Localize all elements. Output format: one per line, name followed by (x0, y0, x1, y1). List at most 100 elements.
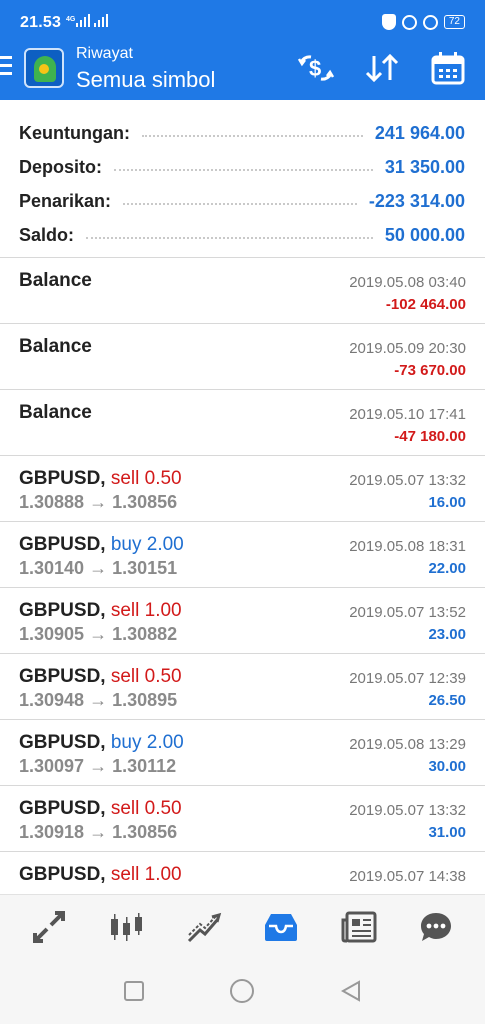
history-row[interactable]: Balance 2019.05.09 20:30 -73 670.00 (0, 324, 485, 390)
back-icon[interactable] (336, 976, 366, 1006)
app-bar: 21.53 4G 72 Riwayat Semua simbol $ (0, 0, 485, 100)
row-symbol: GBPUSD, (19, 666, 106, 687)
status-icons: 72 (381, 14, 465, 30)
row-symbol: GBPUSD, (19, 732, 106, 753)
summary-label: Keuntungan: (19, 122, 130, 143)
row-amount: 22.00 (428, 560, 466, 577)
history-row[interactable]: GBPUSD, sell 1.00 1.30905 → 1.30882 2019… (0, 588, 485, 654)
dotted-leader (141, 135, 363, 137)
row-date: 2019.05.08 13:29 (349, 736, 466, 753)
row-symbol: GBPUSD, (19, 600, 106, 621)
row-symbol: Balance (19, 402, 92, 423)
row-date: 2019.05.07 13:32 (349, 802, 466, 819)
row-date: 2019.05.10 17:41 (349, 406, 466, 423)
row-date: 2019.05.07 13:32 (349, 472, 466, 489)
chart-candles-icon[interactable] (104, 905, 148, 949)
row-trade-type: sell 1.00 (110, 864, 182, 885)
history-row[interactable]: GBPUSD, buy 2.00 1.30140 → 1.30151 2019.… (0, 522, 485, 588)
system-navigation (0, 958, 485, 1024)
home-icon[interactable] (227, 976, 257, 1006)
history-row[interactable]: Balance 2019.05.10 17:41 -47 180.00 (0, 390, 485, 456)
row-date: 2019.05.08 03:40 (349, 274, 466, 291)
svg-text:4G: 4G (66, 16, 76, 23)
row-trade-type: buy 2.00 (110, 534, 184, 555)
row-prices: 1.30888 → 1.30856 (19, 492, 178, 512)
summary-row-balance: Saldo: 50 000.00 (0, 218, 485, 252)
calendar-icon[interactable] (429, 50, 467, 86)
news-icon[interactable] (337, 905, 381, 949)
row-symbol-line: GBPUSD, buy 2.00 (19, 534, 184, 556)
signal-icon: 4G (66, 13, 110, 32)
row-date: 2019.05.09 20:30 (349, 340, 466, 357)
history-row[interactable]: GBPUSD, sell 0.50 1.30918 → 1.30856 2019… (0, 786, 485, 852)
summary-value: 241 964.00 (374, 122, 465, 143)
row-symbol: GBPUSD, (19, 798, 106, 819)
row-symbol: Balance (19, 270, 92, 291)
row-symbol-line: GBPUSD, sell 0.50 (19, 666, 182, 688)
row-symbol: GBPUSD, (19, 468, 106, 489)
svg-text:$: $ (309, 56, 321, 81)
row-trade-type: sell 0.50 (110, 468, 182, 489)
currency-exchange-icon[interactable]: $ (297, 50, 335, 86)
symbol-filter[interactable]: Semua simbol (76, 67, 215, 93)
account-summary: Keuntungan: 241 964.00 Deposito: 31 350.… (0, 100, 485, 258)
row-trade-type: sell 0.50 (110, 666, 182, 687)
dotted-leader (86, 237, 373, 239)
row-trade-type: buy 2.00 (110, 732, 184, 753)
row-prices: 1.30097 → 1.30112 (19, 756, 177, 776)
row-prices: 1.30905 → 1.30882 (19, 624, 178, 644)
row-amount: 16.00 (428, 494, 466, 511)
row-date: 2019.05.08 18:31 (349, 538, 466, 555)
row-prices: 1.30140 → 1.30151 (19, 558, 178, 578)
row-amount: -102 464.00 (385, 296, 466, 313)
history-list: Balance 2019.05.08 03:40 -102 464.00 Bal… (0, 258, 485, 918)
chat-icon[interactable] (414, 905, 458, 949)
recent-apps-icon[interactable] (119, 976, 149, 1006)
alarm-icon (422, 14, 438, 30)
history-row[interactable]: GBPUSD, sell 0.50 1.30888 → 1.30856 2019… (0, 456, 485, 522)
row-date: 2019.05.07 12:39 (349, 670, 466, 687)
history-inbox-icon[interactable] (259, 905, 303, 949)
battery-icon: 72 (443, 15, 465, 29)
row-amount: -73 670.00 (394, 362, 466, 379)
history-row[interactable]: GBPUSD, buy 2.00 1.30097 → 1.30112 2019.… (0, 720, 485, 786)
vpn-icon (401, 14, 417, 30)
row-symbol: Balance (19, 336, 92, 357)
summary-value: -223 314.00 (368, 190, 465, 211)
dotted-leader (123, 203, 357, 205)
row-symbol-line: GBPUSD, sell 0.50 (19, 798, 182, 820)
summary-row-profit: Keuntungan: 241 964.00 (0, 116, 485, 150)
app-logo (24, 48, 64, 88)
row-symbol: GBPUSD, (19, 534, 106, 555)
summary-label: Penarikan: (19, 190, 112, 211)
row-date: 2019.05.07 14:38 (349, 868, 466, 885)
row-date: 2019.05.07 13:52 (349, 604, 466, 621)
row-trade-type: sell 1.00 (110, 600, 182, 621)
history-row[interactable]: Balance 2019.05.08 03:40 -102 464.00 (0, 258, 485, 324)
summary-value: 31 350.00 (384, 156, 465, 177)
dotted-leader (114, 169, 373, 171)
summary-label: Saldo: (19, 224, 75, 245)
summary-row-withdrawal: Penarikan: -223 314.00 (0, 184, 485, 218)
row-prices: 1.30948 → 1.30895 (19, 690, 178, 710)
history-row[interactable]: GBPUSD, sell 0.50 1.30948 → 1.30895 2019… (0, 654, 485, 720)
appbar-actions: $ (297, 50, 467, 86)
quotes-icon[interactable] (27, 905, 71, 949)
row-symbol-line: GBPUSD, buy 2.00 (19, 732, 184, 754)
row-symbol: GBPUSD, (19, 864, 106, 885)
row-amount: 30.00 (428, 758, 466, 775)
status-bar: 21.53 4G 72 (0, 0, 485, 40)
summary-label: Deposito: (19, 156, 102, 177)
bottom-navigation (0, 894, 485, 958)
trade-icon[interactable] (182, 905, 226, 949)
row-amount: -47 180.00 (394, 428, 466, 445)
row-amount: 26.50 (428, 692, 466, 709)
row-prices: 1.30918 → 1.30856 (19, 822, 178, 842)
summary-row-deposit: Deposito: 31 350.00 (0, 150, 485, 184)
screen-title: Riwayat (76, 45, 133, 62)
row-amount: 23.00 (428, 626, 466, 643)
hamburger-icon[interactable] (0, 56, 12, 78)
row-amount: 31.00 (428, 824, 466, 841)
sort-arrows-icon[interactable] (363, 50, 401, 86)
row-symbol-line: GBPUSD, sell 0.50 (19, 468, 182, 490)
